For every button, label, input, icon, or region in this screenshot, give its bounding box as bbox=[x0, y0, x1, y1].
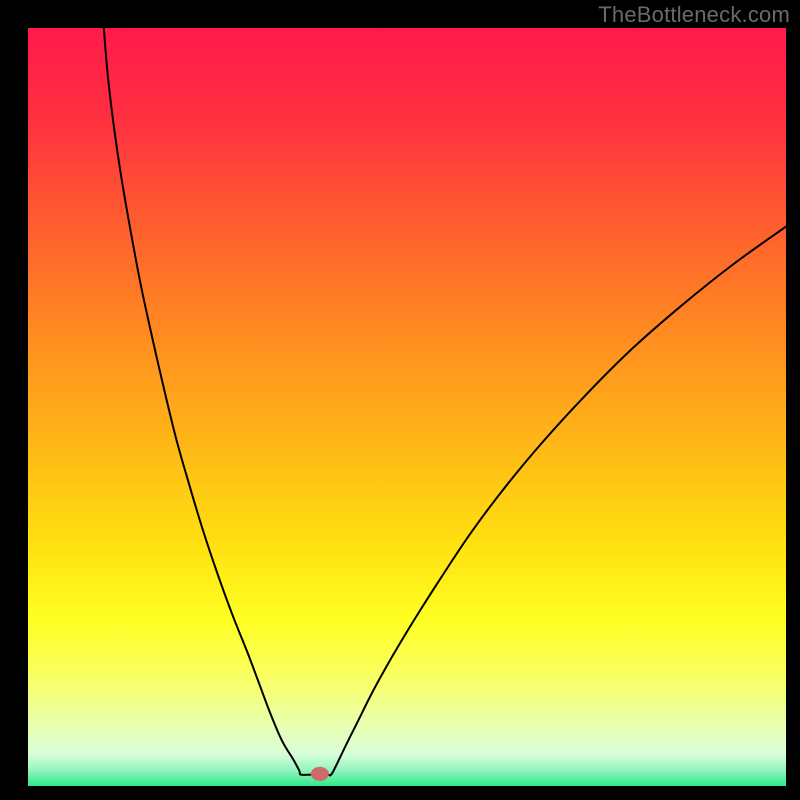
optimum-marker bbox=[311, 767, 329, 781]
chart-container: TheBottleneck.com bbox=[0, 0, 800, 800]
gradient-background bbox=[28, 28, 786, 786]
plot-area bbox=[28, 28, 786, 786]
attribution-label: TheBottleneck.com bbox=[598, 2, 790, 28]
bottleneck-chart bbox=[28, 28, 786, 786]
